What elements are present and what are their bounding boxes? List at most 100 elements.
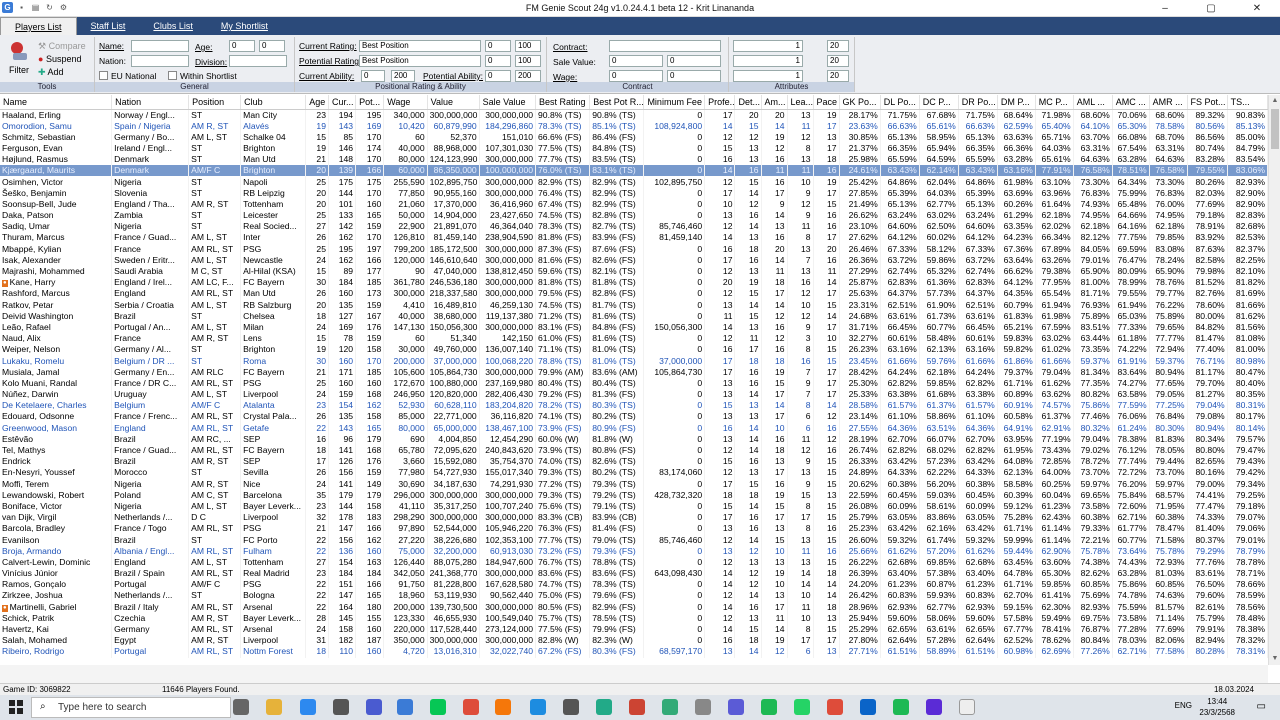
column-header[interactable]: Nation [111,95,190,110]
tab-players-list[interactable]: Players List [0,17,77,35]
table-row[interactable]: Haaland, Erling Norway / Engl... ST Man Cit… [0,109,1268,121]
edge-icon[interactable] [530,699,546,715]
add-button[interactable]: ✚ Add [38,67,64,78]
current-rating-min[interactable]: 0 [485,40,511,52]
table-row[interactable]: Kolo Muani, Randal France / DR C... AM RL,… [0,377,1268,389]
wage-max[interactable]: 0 [667,70,721,82]
name-input[interactable] [131,40,189,52]
table-row[interactable]: Barcola, Bradley France / Togo AM RL, ST PS… [0,523,1268,535]
within-shortlist-checkbox[interactable] [168,71,177,80]
column-header[interactable]: DR Po... [958,95,998,110]
column-header[interactable]: DM P... [997,95,1036,110]
firefox-icon[interactable] [495,699,511,715]
age-max-input[interactable]: 0 [259,40,285,52]
table-row[interactable]: Omorodion, Samu Spain / Nigeria AM R, ST Al… [0,120,1268,132]
table-row[interactable]: Núñez, Darwin Uruguay AM L, ST Liverpool 24 1… [0,389,1268,401]
current-ability-min[interactable]: 0 [361,70,385,82]
tab-clubs-list[interactable]: Clubs List [139,17,207,35]
store-icon[interactable] [333,699,349,715]
attribute-3-max[interactable]: 20 [827,70,849,82]
app-icon[interactable] [728,699,744,715]
close-button[interactable]: ✕ [1234,0,1280,17]
potential-ability-min[interactable]: 0 [485,70,511,82]
vertical-scrollbar[interactable]: ▲ ▼ [1268,95,1280,665]
attribute-2-max[interactable]: 20 [827,55,849,67]
column-header[interactable]: Position [188,95,242,110]
column-header[interactable]: DL Po... [880,95,920,110]
table-row[interactable]: Broja, Armando Albania / Engl... AM RL, ST… [0,545,1268,557]
potential-rating-max[interactable]: 100 [515,55,541,67]
table-row[interactable]: Endrick Brazil AM R, ST SEP 17 126 176 3,660 15,… [0,456,1268,468]
attribute-3-min[interactable]: 1 [733,70,803,82]
nation-select[interactable] [131,55,189,67]
table-row[interactable]: De Ketelaere, Charles Belgium AM/F C Atalan… [0,400,1268,412]
potential-rating-min[interactable]: 0 [485,55,511,67]
line-icon[interactable] [430,699,446,715]
column-header[interactable]: Best Pot R... [589,95,645,110]
table-row[interactable]: Deivid Washington Brazil ST Chelsea 18 127 167… [0,310,1268,322]
tab-my-shortlist[interactable]: My Shortlist [207,17,282,35]
table-row[interactable]: ● Kane, Harry England / Irel... AM LC, F...… [0,277,1268,289]
table-row[interactable]: Schick, Patrik Czechia AM R, ST Bayer Lever… [0,612,1268,624]
potential-rating-select[interactable]: Best Position [359,55,481,67]
age-min-input[interactable]: 0 [229,40,255,52]
column-header[interactable]: Am... [761,95,788,110]
sale-value-min[interactable]: 0 [609,55,663,67]
column-header[interactable]: Sale Value [479,95,537,110]
table-row[interactable]: Ramos, Gonçalo Portugal AM/F C PSG 22 151 166 9… [0,579,1268,591]
column-header[interactable]: Pot... [355,95,385,110]
column-header[interactable]: AMR ... [1149,95,1188,110]
table-row[interactable]: Šeško, Benjamin Slovenia ST RB Leipzig 20 144… [0,187,1268,199]
spotify-icon[interactable] [761,699,777,715]
outlook-icon[interactable] [860,699,876,715]
table-row[interactable]: Soonsup-Bell, Jude England / Tha... AM R, … [0,198,1268,210]
teams-icon[interactable] [366,699,382,715]
table-row[interactable]: Vinícius Júnior Brazil / Spain AM RL, ST Re… [0,568,1268,580]
table-row[interactable]: ● Martinelli, Gabriel Brazil / Italy AM RL,… [0,601,1268,613]
table-row[interactable]: Leão, Rafael Portugal / An... AM L, ST Mila… [0,321,1268,334]
table-row[interactable]: Thuram, Marcus France / Guad... AM L, ST In… [0,232,1268,244]
table-row[interactable]: Tel, Mathys France / Guad... AM RL, ST FC B… [0,444,1268,457]
contract-select[interactable] [609,40,721,52]
attribute-1-max[interactable]: 20 [827,40,849,52]
table-row[interactable]: Daka, Patson Zambia ST Leicester 25 133 165 50,… [0,210,1268,222]
column-header[interactable]: MC P... [1035,95,1074,110]
table-row[interactable]: van Dijk, Virgil Netherlands /... D C Liver… [0,512,1268,524]
column-header[interactable]: Age [305,95,329,110]
column-header[interactable]: TS... [1227,95,1268,110]
table-row[interactable]: Zirkzee, Joshua Netherlands /... ST Bologna… [0,590,1268,602]
table-row[interactable]: Sadiq, Umar Nigeria ST Real Socied... 27 142 1… [0,221,1268,233]
column-header[interactable]: Det... [734,95,762,110]
table-row[interactable]: Havertz, Kai Germany AM RL, ST Arsenal 24 158… [0,623,1268,636]
table-row[interactable]: Greenwood, Mason England AM RL, ST Getafe 22… [0,422,1268,434]
minimize-button[interactable]: – [1142,0,1188,17]
task-view-icon[interactable] [233,699,249,715]
column-header[interactable]: Club [240,95,307,110]
current-rating-select[interactable]: Best Position [359,40,481,52]
chrome-icon[interactable] [463,699,479,715]
table-row[interactable]: Ferguson, Evan Ireland / Engl... ST Brighto… [0,142,1268,155]
notification-icon[interactable]: ▭ [1257,701,1266,712]
table-row[interactable]: Ribeiro, Rodrigo Portugal AM RL, ST Nottm F… [0,646,1268,658]
filter-button[interactable]: Filter [9,65,29,75]
column-header[interactable]: Name [0,95,113,110]
current-ability-max[interactable]: 200 [391,70,415,82]
table-row[interactable]: Evanilson Brazil ST FC Porto 22 156 162 27,220 3… [0,534,1268,546]
table-row[interactable]: Naud, Alix France AM R, ST Lens 15 78 159 60 51,… [0,333,1268,345]
language-indicator[interactable]: ENG [1175,701,1192,710]
app-icon[interactable] [596,699,612,715]
app-icon[interactable] [662,699,678,715]
table-row[interactable]: Calvert-Lewin, Dominic England AM L, ST Tot… [0,556,1268,568]
spotify-icon[interactable] [893,699,909,715]
app-icon[interactable] [629,699,645,715]
current-rating-max[interactable]: 100 [515,40,541,52]
table-row[interactable]: Isak, Alexander Sweden / Eritr... AM L, ST… [0,254,1268,266]
table-row[interactable]: Osimhen, Victor Nigeria ST Napoli 25 175 175 25… [0,176,1268,188]
table-row[interactable]: Majrashi, Mohammed Saudi Arabia M C, ST Al-… [0,265,1268,278]
table-row[interactable]: Salah, Mohamed Egypt AM R, ST Liverpool 31 18… [0,635,1268,647]
table-row[interactable]: Lukaku, Romelu Belgium / DR ... ST Roma 30 16… [0,355,1268,367]
table-row[interactable]: Lewandowski, Robert Poland AM C, ST Barcelo… [0,489,1268,501]
column-header[interactable]: Wage [383,95,428,110]
column-header[interactable]: Cur... [328,95,357,110]
whatsapp-icon[interactable] [794,699,810,715]
